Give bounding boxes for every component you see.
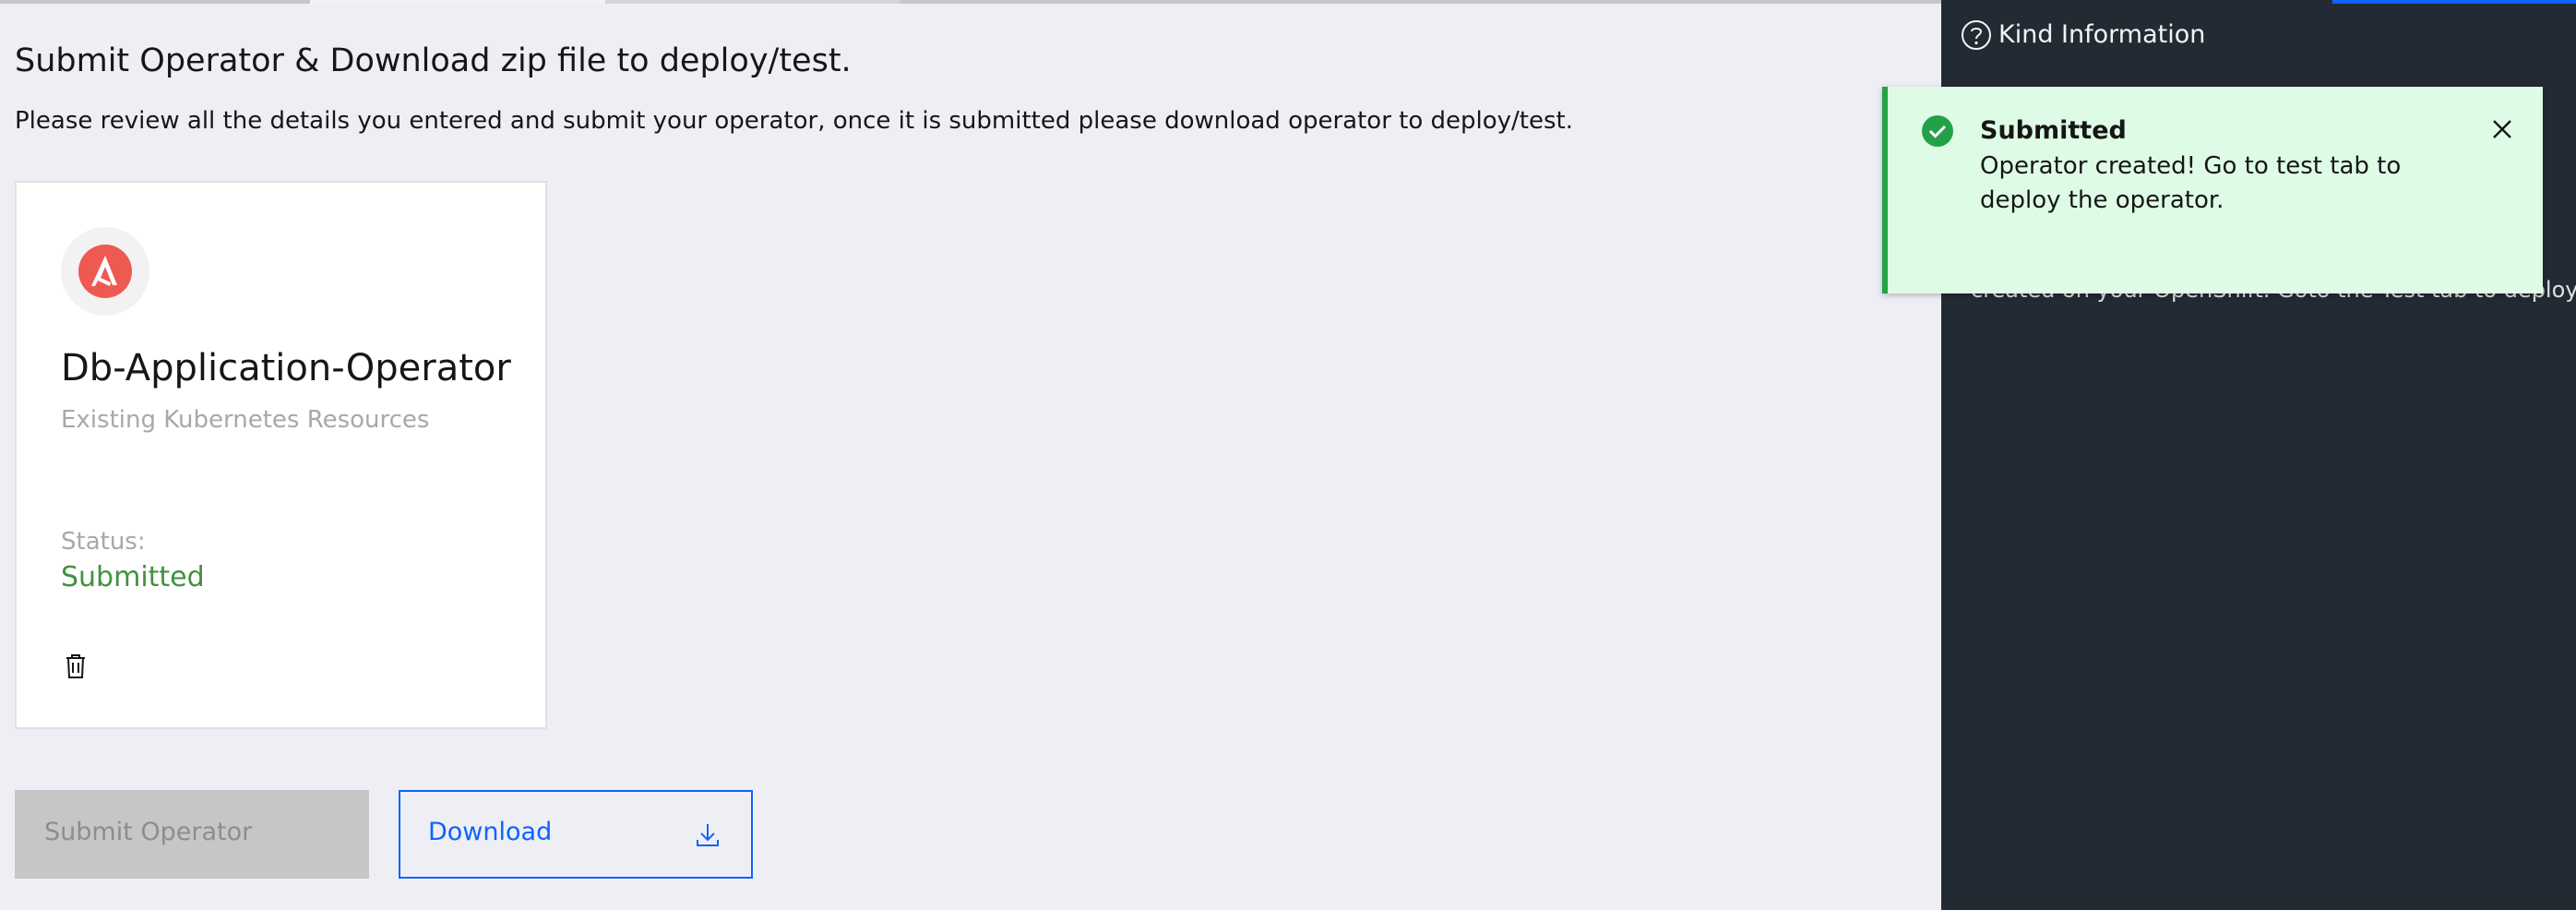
panel-accent-bar <box>2332 0 2576 4</box>
progress-tab-segment <box>900 0 1941 4</box>
trash-icon[interactable] <box>61 652 90 681</box>
status-label: Status: <box>61 528 146 556</box>
notification-title: Submitted <box>1980 116 2127 145</box>
download-button[interactable]: Download <box>399 790 753 879</box>
progress-tab-segment <box>0 0 310 4</box>
download-button-label: Download <box>428 818 553 846</box>
operator-card: Db-Application-Operator Existing Kuberne… <box>15 181 547 729</box>
success-notification: Submitted Operator created! Go to test t… <box>1882 87 2543 293</box>
operator-name: Db-Application-Operator <box>61 347 511 389</box>
question-circle-icon[interactable] <box>1960 18 1993 52</box>
submit-operator-button[interactable]: Submit Operator <box>15 790 369 879</box>
ansible-logo-icon <box>61 227 149 316</box>
progress-tab-segment <box>310 0 605 4</box>
page-title: Submit Operator & Download zip file to d… <box>15 42 852 79</box>
panel-title: Kind Information <box>1998 20 2206 49</box>
operator-type: Existing Kubernetes Resources <box>61 406 430 434</box>
notification-message: Operator created! Go to test tab to depl… <box>1980 152 2402 214</box>
status-value: Submitted <box>61 561 205 593</box>
progress-tabs-bar <box>0 0 1941 4</box>
download-icon <box>697 824 719 846</box>
checkmark-filled-icon <box>1922 115 1953 147</box>
page-description: Please review all the details you entere… <box>15 107 1573 135</box>
close-icon[interactable] <box>2489 116 2515 142</box>
